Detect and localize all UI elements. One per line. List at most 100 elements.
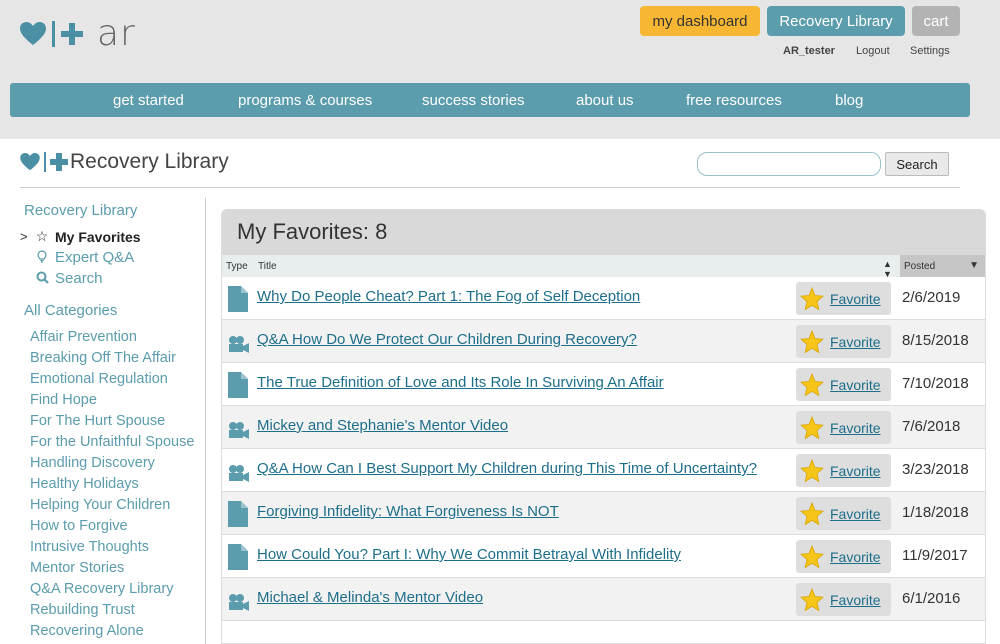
star-icon [800, 587, 824, 612]
star-icon: ☆ [35, 228, 49, 244]
site-logo[interactable]: ar [20, 14, 136, 54]
article-title-link[interactable]: Michael & Melinda's Mentor Video [257, 589, 483, 606]
article-title-link[interactable]: How Could You? Part I: Why We Commit Bet… [257, 546, 681, 563]
table-row: Forgiving Infidelity: What Forgiveness I… [222, 492, 985, 535]
table-row: Michael & Melinda's Mentor Video Favorite… [222, 578, 985, 621]
table-row: Q&A How Can I Best Support My Children d… [222, 449, 985, 492]
category-link[interactable]: Recovering Alone [30, 623, 144, 639]
category-link[interactable]: Affair Prevention [30, 329, 137, 345]
category-link[interactable]: Rebuilding Trust [30, 602, 135, 618]
document-icon [228, 544, 248, 575]
table-header: Type Title ▲ ▼ Posted ▼ [222, 255, 985, 279]
article-title-link[interactable]: Forgiving Infidelity: What Forgiveness I… [257, 503, 559, 520]
favorite-button[interactable]: Favorite [796, 540, 891, 573]
category-link[interactable]: Find Hope [30, 392, 97, 408]
category-link[interactable]: Intrusive Thoughts [30, 539, 149, 555]
my-dashboard-button[interactable]: my dashboard [640, 6, 760, 36]
plus-icon [61, 23, 83, 45]
favorites-panel: My Favorites: 8 Type Title ▲ ▼ Posted ▼ W… [221, 209, 986, 644]
logout-link[interactable]: Logout [856, 45, 890, 57]
favorite-button[interactable]: Favorite [796, 411, 891, 444]
category-link[interactable]: Handling Discovery [30, 455, 155, 471]
column-posted-label: Posted [904, 261, 936, 272]
column-title[interactable]: Title [258, 261, 277, 272]
posted-date: 6/1/2016 [902, 590, 961, 607]
search-icon [32, 271, 52, 287]
star-icon [800, 501, 824, 526]
lightbulb-icon [32, 249, 52, 266]
nav-blog[interactable]: blog [835, 92, 863, 109]
posted-date: 1/18/2018 [902, 504, 969, 521]
search-input[interactable] [697, 152, 881, 176]
table-row: Mickey and Stephanie's Mentor Video Favor… [222, 406, 985, 449]
cart-button[interactable]: cart [912, 6, 960, 36]
document-icon [228, 501, 248, 532]
category-link[interactable]: Emotional Regulation [30, 371, 168, 387]
category-link[interactable]: For the Unfaithful Spouse [30, 434, 194, 450]
category-link[interactable]: How to Forgive [30, 518, 128, 534]
category-link[interactable]: For The Hurt Spouse [30, 413, 165, 429]
logo-divider [52, 21, 55, 47]
favorite-button[interactable]: Favorite [796, 282, 891, 315]
article-title-link[interactable]: The True Definition of Love and Its Role… [257, 374, 664, 391]
category-link[interactable]: Mentor Stories [30, 560, 124, 576]
current-marker: > [20, 229, 28, 244]
main-nav: get started programs & courses success s… [10, 83, 970, 117]
table-row: Why Do People Cheat? Part 1: The Fog of … [222, 277, 985, 320]
page-title-text: Recovery Library [70, 150, 229, 173]
posted-date: 2/6/2019 [902, 289, 961, 306]
star-icon [800, 286, 824, 311]
category-link[interactable]: Helping Your Children [30, 497, 170, 513]
video-icon [227, 332, 251, 359]
favorite-label: Favorite [830, 463, 881, 479]
sort-icon[interactable]: ▲ ▼ [883, 259, 892, 279]
sidebar-item-label: My Favorites [55, 228, 141, 245]
article-title-link[interactable]: Q&A How Do We Protect Our Children Durin… [257, 331, 637, 348]
username: AR_tester [783, 45, 835, 57]
sidebar-item-expert-qa[interactable]: Expert Q&A [20, 249, 134, 266]
nav-get-started[interactable]: get started [113, 92, 184, 109]
heart-icon [20, 22, 46, 45]
sidebar-item-label: Expert Q&A [55, 249, 135, 266]
favorite-button[interactable]: Favorite [796, 368, 891, 401]
favorite-label: Favorite [830, 592, 881, 608]
settings-link[interactable]: Settings [910, 45, 950, 57]
sidebar-item-label: Search [55, 270, 103, 287]
nav-programs-courses[interactable]: programs & courses [238, 92, 372, 109]
favorite-label: Favorite [830, 291, 881, 307]
favorite-label: Favorite [830, 420, 881, 436]
favorite-button[interactable]: Favorite [796, 454, 891, 487]
favorite-label: Favorite [830, 334, 881, 350]
star-icon [800, 415, 824, 440]
column-type[interactable]: Type [226, 261, 248, 272]
favorite-button[interactable]: Favorite [796, 497, 891, 530]
category-link[interactable]: Healthy Holidays [30, 476, 139, 492]
nav-success-stories[interactable]: success stories [422, 92, 525, 109]
sidebar-divider [205, 198, 206, 644]
video-icon [227, 461, 251, 488]
favorite-label: Favorite [830, 506, 881, 522]
article-title-link[interactable]: Mickey and Stephanie's Mentor Video [257, 417, 508, 434]
posted-date: 8/15/2018 [902, 332, 969, 349]
article-title-link[interactable]: Why Do People Cheat? Part 1: The Fog of … [257, 288, 640, 305]
nav-free-resources[interactable]: free resources [686, 92, 782, 109]
sidebar-item-search[interactable]: Search [20, 270, 103, 287]
favorite-button[interactable]: Favorite [796, 583, 891, 616]
column-posted[interactable]: Posted ▼ [900, 255, 985, 277]
favorite-button[interactable]: Favorite [796, 325, 891, 358]
divider [20, 187, 960, 188]
sidebar-heading[interactable]: Recovery Library [24, 202, 137, 219]
favorites-list: Why Do People Cheat? Part 1: The Fog of … [222, 277, 985, 621]
category-link[interactable]: Breaking Off The Affair [30, 350, 176, 366]
posted-date: 3/23/2018 [902, 461, 969, 478]
sort-desc-icon: ▼ [969, 260, 979, 271]
recovery-library-button[interactable]: Recovery Library [767, 6, 905, 36]
logo-text: ar [97, 13, 136, 54]
star-icon [800, 329, 824, 354]
page-title: Recovery Library [20, 150, 229, 174]
search-button[interactable]: Search [885, 152, 949, 176]
article-title-link[interactable]: Q&A How Can I Best Support My Children d… [257, 460, 757, 477]
nav-about-us[interactable]: about us [576, 92, 634, 109]
category-link[interactable]: Q&A Recovery Library [30, 581, 173, 597]
sidebar-item-my-favorites[interactable]: > ☆ My Favorites [20, 228, 141, 245]
